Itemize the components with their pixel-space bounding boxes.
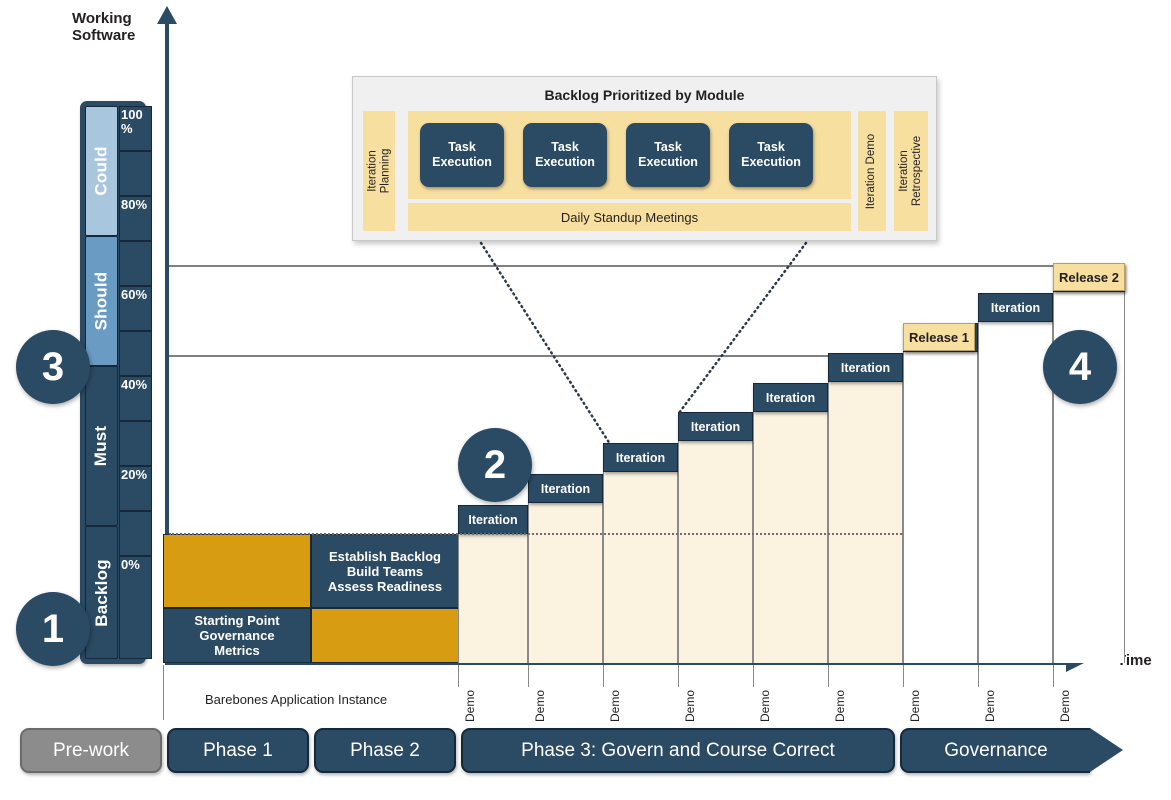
iteration-planning-band: Iteration Planning	[363, 111, 395, 231]
iteration-label-2: Iteration	[528, 474, 603, 503]
prework-block-2: Starting Point Governance Metrics	[163, 608, 311, 663]
moscow-band-backlog: Backlog	[85, 526, 118, 659]
demo-tick-label-3: Demo	[608, 689, 622, 722]
step-column-1	[458, 533, 528, 663]
release-marker-2: Release 2	[1053, 263, 1125, 291]
task-execution-box-3: Task Execution	[626, 123, 710, 187]
step-marker-1: 1	[16, 592, 90, 666]
axis-tick-3	[119, 241, 152, 286]
axis-tick-4: 60%	[119, 286, 152, 331]
step-marker-3: 3	[16, 330, 90, 404]
prework-block-1: Establish Backlog Build Teams Assess Readi…	[311, 534, 459, 608]
moscow-band-label: Backlog	[91, 558, 111, 627]
axis-tick-label: 80%	[121, 197, 148, 212]
axis-tick-0: 100%	[119, 106, 152, 151]
demo-tick-7	[903, 665, 904, 687]
axis-tick-label: 20%	[121, 467, 148, 482]
moscow-scale: Could Should Must Backlog 100% 80% 60% 40% 20% 0…	[80, 101, 152, 664]
demo-tick-label-5: Demo	[758, 689, 772, 722]
iteration-label-8: Iteration	[978, 293, 1053, 322]
step-column-7	[903, 351, 978, 663]
demo-tick-4	[678, 665, 679, 687]
step-marker-2: 2	[458, 428, 532, 502]
release-marker-1: Release 1	[903, 323, 975, 351]
axis-tick-8: 20%	[119, 466, 152, 511]
callout-title: Backlog Prioritized by Module	[544, 87, 745, 103]
demo-tick-label-4: Demo	[683, 689, 697, 722]
iteration-retrospective-label: Iteration Retrospective	[898, 135, 923, 207]
demo-tick-8	[978, 665, 979, 687]
task-execution-box-4: Task Execution	[729, 123, 813, 187]
axis-tick-label: 40%	[121, 377, 148, 392]
axis-tick-10: 0%	[119, 556, 152, 659]
demo-tick-label-1: Demo	[463, 689, 477, 722]
demo-tick-3	[603, 665, 604, 687]
iteration-label-6: Iteration	[828, 353, 903, 382]
step-column-4	[678, 440, 753, 663]
moscow-band-label: Must	[91, 425, 111, 467]
demo-tick-label-6: Demo	[833, 689, 847, 722]
moscow-band-could: Could	[85, 106, 118, 236]
phase-phase-2[interactable]: Phase 2	[314, 728, 456, 773]
demo-tick-6	[828, 665, 829, 687]
demo-tick-label-8: Demo	[983, 689, 997, 722]
gridline-0	[169, 265, 1070, 267]
prework-block-3	[311, 608, 459, 663]
moscow-band-must: Must	[85, 366, 118, 526]
iteration-label-4: Iteration	[678, 412, 753, 441]
prework-block-0	[163, 534, 311, 608]
moscow-band-label: Should	[91, 271, 111, 331]
iteration-detail-callout: Backlog Prioritized by Module Iteration P…	[352, 76, 937, 241]
phase-phase-1[interactable]: Phase 1	[167, 728, 309, 773]
moscow-band-should: Should	[85, 236, 118, 366]
demo-tick-label-9: Demo	[1058, 689, 1072, 722]
iteration-label-5: Iteration	[753, 383, 828, 412]
demo-tick-2	[528, 665, 529, 687]
demo-tick-9	[1053, 665, 1054, 687]
step-marker-4: 4	[1043, 330, 1117, 404]
axis-tick-9	[119, 511, 152, 556]
phase-phase-3-govern-and-course-correct[interactable]: Phase 3: Govern and Course Correct	[461, 728, 895, 773]
axis-tick-label: 60%	[121, 287, 148, 302]
phase-arrowhead-icon	[1090, 728, 1123, 772]
prework-block-label: Establish Backlog Build Teams Assess Readi…	[327, 548, 443, 594]
step-column-2	[528, 502, 603, 663]
task-row: Task Execution Task Execution Task Execution T…	[408, 111, 851, 199]
daily-standup-label: Daily Standup Meetings	[560, 209, 699, 225]
iteration-label-1: Iteration	[458, 505, 528, 534]
iteration-label-3: Iteration	[603, 443, 678, 472]
axis-tick-6: 40%	[119, 376, 152, 421]
iteration-retrospective-band: Iteration Retrospective	[894, 111, 928, 231]
iteration-demo-band: Iteration Demo	[858, 111, 886, 231]
baseline-dotted-line	[169, 533, 902, 535]
demo-tick-label-2: Demo	[533, 689, 547, 722]
daily-standup-bar: Daily Standup Meetings	[408, 203, 851, 231]
y-axis-arrowhead-icon	[157, 6, 177, 24]
phase-pre-work[interactable]: Pre-work	[20, 728, 162, 773]
barebones-annotation: Barebones Application Instance	[205, 692, 388, 707]
axis-tick-2: 80%	[119, 196, 152, 241]
task-execution-box-1: Task Execution	[420, 123, 504, 187]
axis-tick-5	[119, 331, 152, 376]
axis-tick-label: 0%	[121, 557, 140, 572]
iteration-planning-label: Iteration Planning	[366, 148, 392, 194]
axis-tick-1	[119, 151, 152, 196]
task-execution-box-2: Task Execution	[523, 123, 607, 187]
step-column-3	[603, 471, 678, 663]
phase-governance[interactable]: Governance	[900, 728, 1090, 773]
iteration-demo-label: Iteration Demo	[865, 133, 878, 209]
diagram-canvas: Working Software Time Could Should Must Bac…	[0, 0, 1171, 800]
demo-tick-1	[458, 665, 459, 687]
step-column-5	[753, 411, 828, 663]
moscow-band-label: Could	[91, 146, 111, 196]
demo-tick-label-7: Demo	[908, 689, 922, 722]
axis-tick-label: 100%	[121, 107, 143, 136]
prework-guide-line	[163, 665, 164, 720]
prework-block-label: Starting Point Governance Metrics	[194, 613, 280, 658]
axis-tick-7	[119, 421, 152, 466]
step-column-6	[828, 381, 903, 663]
step-column-8	[978, 321, 1053, 663]
demo-tick-5	[753, 665, 754, 687]
